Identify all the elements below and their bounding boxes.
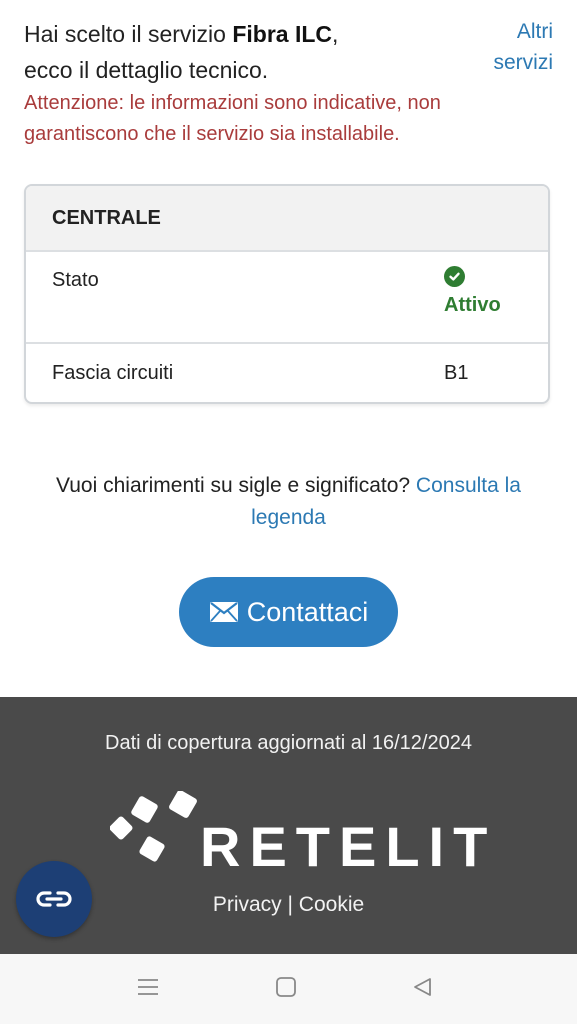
warning-message: Attenzione: le informazioni sono indicat… bbox=[24, 92, 441, 145]
status-label: Stato bbox=[52, 269, 99, 291]
legend-link-line1: Consulta la bbox=[415, 474, 521, 497]
intro-prefix: Hai scelto il servizio bbox=[24, 21, 233, 47]
chat-button[interactable] bbox=[16, 861, 92, 937]
card-title: CENTRALE bbox=[26, 186, 548, 252]
contact-button-label: Contattaci bbox=[246, 596, 369, 627]
footer-separator: | bbox=[281, 893, 299, 916]
back-triangle-icon[interactable] bbox=[412, 976, 434, 1003]
service-name: Fibra ILC bbox=[232, 21, 333, 47]
circuit-band-label: Fascia circuiti bbox=[52, 362, 174, 384]
central-card: CENTRALE Stato Attivo Fascia circuiti B1 bbox=[24, 184, 550, 404]
menu-icon[interactable] bbox=[137, 976, 159, 1003]
contact-button[interactable]: Contattaci bbox=[179, 577, 398, 647]
envelope-icon bbox=[209, 601, 239, 623]
intro-suffix: , bbox=[332, 21, 339, 47]
system-nav-bar bbox=[0, 954, 577, 1024]
check-circle-icon bbox=[444, 266, 465, 287]
coverage-update-date: Dati di copertura aggiornati al 16/12/20… bbox=[105, 732, 472, 754]
retelit-logo-mark bbox=[109, 790, 205, 871]
table-row: Fascia circuiti B1 bbox=[26, 344, 548, 400]
chat-link-icon bbox=[36, 891, 72, 907]
status-value: Attivo bbox=[444, 266, 501, 317]
legend-question: Vuoi chiarimenti su sigle e significato? bbox=[56, 474, 416, 497]
circuit-band-value: B1 bbox=[444, 362, 469, 384]
table-row: Stato Attivo bbox=[26, 252, 548, 344]
legend-link-line2: legenda bbox=[251, 506, 326, 529]
intro-line2: ecco il dettaglio tecnico. bbox=[24, 57, 269, 83]
legend-prompt: Vuoi chiarimenti su sigle e significato?… bbox=[20, 470, 557, 534]
other-services-line2: servizi bbox=[493, 51, 553, 74]
service-intro: Hai scelto il servizio Fibra ILC, ecco i… bbox=[24, 16, 484, 88]
status-active-text: Attivo bbox=[444, 294, 501, 316]
retelit-logo-text: RETELIT bbox=[200, 815, 497, 878]
privacy-link[interactable]: Privacy bbox=[213, 893, 282, 916]
home-square-icon[interactable] bbox=[275, 976, 297, 1003]
other-services-link[interactable]: Altri servizi bbox=[473, 16, 553, 78]
cookie-link[interactable]: Cookie bbox=[299, 893, 364, 916]
other-services-line1: Altri bbox=[516, 20, 553, 43]
